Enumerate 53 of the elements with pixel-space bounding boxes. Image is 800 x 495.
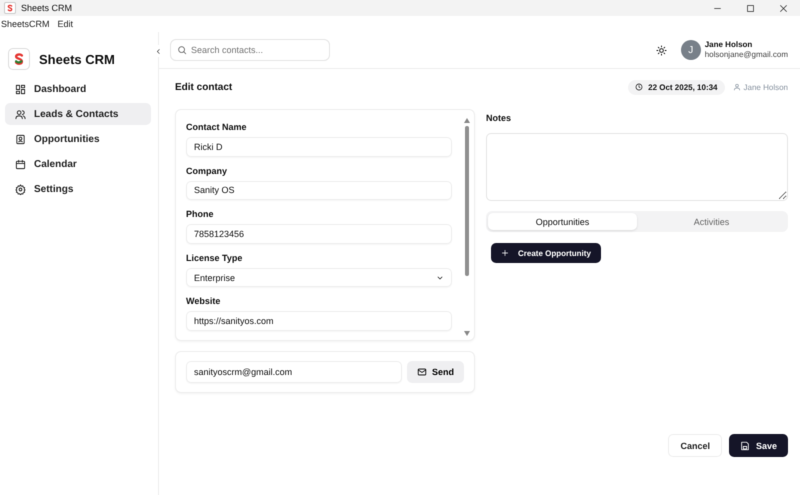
tab[interactable]: Opportunities	[488, 213, 637, 230]
menu-item[interactable]: SheetsCRM	[1, 19, 50, 29]
scroll-up-icon[interactable]	[464, 118, 470, 123]
nav-item[interactable]: Opportunities	[5, 128, 151, 150]
menu-item[interactable]: Edit	[58, 19, 74, 29]
grid-icon	[15, 84, 26, 94]
cancel-button[interactable]: Cancel	[668, 434, 722, 457]
email-field[interactable]: sanityoscrm@gmail.com	[186, 361, 402, 383]
field-label: Phone	[186, 209, 215, 220]
window-title: Sheets CRM	[21, 3, 74, 13]
nav-item[interactable]: Calendar	[5, 153, 151, 175]
nav-item[interactable]: Settings	[5, 178, 151, 200]
notes-field[interactable]	[486, 133, 788, 201]
field-label: Company	[186, 166, 228, 176]
tab[interactable]: Activities	[637, 213, 786, 230]
people-icon	[15, 108, 26, 120]
scroll-down-icon[interactable]	[464, 331, 470, 336]
plus-icon	[501, 249, 509, 257]
sun-icon	[656, 44, 667, 56]
search-icon	[177, 45, 187, 55]
chevron-left-icon	[154, 48, 162, 54]
close-icon	[779, 4, 788, 12]
nav-item[interactable]: Leads & Contacts	[5, 103, 151, 125]
person-icon	[732, 83, 741, 91]
field-label: License Type	[186, 252, 244, 263]
input-field[interactable]: https://sanityos.com	[186, 311, 452, 331]
input-field[interactable]: Ricki D	[186, 137, 452, 157]
create-opportunity-button[interactable]: Create Opportunity	[491, 243, 601, 263]
field-label: Website	[186, 296, 222, 306]
mail-icon	[416, 367, 427, 377]
scrollbar-thumb[interactable]	[465, 126, 469, 276]
input-field[interactable]: Sanity OS	[186, 180, 452, 200]
maximize-icon	[746, 4, 755, 12]
save-button[interactable]: Save	[728, 434, 788, 457]
user-name: Jane Holson	[704, 40, 754, 50]
notes-label: Notes	[486, 113, 512, 123]
send-button[interactable]: Send	[406, 361, 464, 383]
nav-item[interactable]: Dashboard	[5, 78, 151, 100]
avatar[interactable]: J	[680, 40, 701, 60]
s-shape-icon	[12, 52, 26, 66]
calendar-icon	[15, 158, 26, 170]
field-label: Contact Name	[186, 122, 248, 132]
page-title: Edit contact	[175, 82, 234, 92]
app-name: Sheets CRM	[39, 52, 115, 66]
timestamp-badge: 22 Oct 2025, 10:34	[628, 80, 725, 94]
owner-name: Jane Holson	[744, 82, 788, 92]
settings-icon	[15, 184, 26, 194]
contact-card-icon	[15, 134, 26, 144]
input-field[interactable]: 7858123456	[186, 224, 452, 244]
clock-icon	[635, 83, 644, 91]
user-email: holsonjane@gmail.com	[704, 50, 788, 60]
search-field[interactable]: Search contacts...	[170, 39, 330, 61]
dropdown[interactable]: Enterprise	[186, 268, 452, 288]
